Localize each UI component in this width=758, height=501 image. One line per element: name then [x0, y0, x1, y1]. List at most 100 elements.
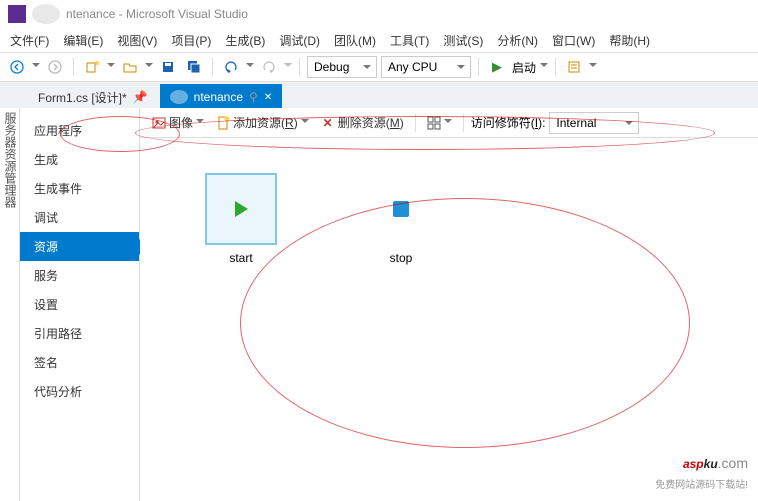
nav-debug[interactable]: 调试	[20, 203, 139, 232]
project-properties-nav: 应用程序 生成 生成事件 调试 资源 服务 设置 引用路径 签名 代码分析	[20, 108, 140, 501]
resource-type-label: 图像	[169, 114, 193, 131]
wm-sub: 免费网站源码下载站!	[655, 476, 748, 491]
menu-tools[interactable]: 工具(T)	[384, 30, 435, 51]
wm-ku: ku	[704, 457, 718, 471]
grid-view-icon	[427, 116, 441, 130]
menu-project[interactable]: 项目(P)	[165, 30, 217, 51]
menu-test[interactable]: 测试(S)	[437, 30, 489, 51]
access-modifier-value: Internal	[556, 116, 596, 130]
resource-thumb	[365, 173, 437, 245]
resource-item-start[interactable]: start	[205, 173, 277, 265]
undo-dropdown-icon[interactable]	[246, 63, 254, 71]
remove-resource-button[interactable]: ✕ 删除资源(M)	[317, 112, 408, 133]
rail-server-explorer[interactable]: 服务器资源管理器	[3, 112, 17, 208]
toolbar-sep	[73, 58, 74, 76]
toolbar-sep	[415, 114, 416, 132]
toolbar-sep	[299, 58, 300, 76]
config-combo[interactable]: Debug	[307, 56, 377, 78]
toolbar-sep	[212, 58, 213, 76]
access-modifier-combo[interactable]: Internal	[549, 112, 639, 134]
platform-value: Any CPU	[388, 60, 437, 74]
tab-form-designer[interactable]: Form1.cs [设计]* 📌	[28, 84, 158, 108]
access-modifier-label: 访问修饰符(I):	[471, 114, 546, 131]
delete-icon: ✕	[321, 116, 335, 130]
wm-asp: asp	[683, 457, 704, 471]
close-icon[interactable]: ✕	[264, 92, 272, 103]
tab-label: Form1.cs [设计]*	[38, 89, 127, 106]
nav-signing[interactable]: 签名	[20, 348, 139, 377]
collapsed-toolwindows[interactable]: 服务器资源管理器 数据源	[0, 108, 20, 501]
new-item-button[interactable]	[81, 56, 103, 78]
watermark: aspku.com 免费网站源码下载站!	[655, 442, 748, 491]
redo-dropdown-icon[interactable]	[284, 63, 292, 71]
window-title: ntenance - Microsoft Visual Studio	[66, 7, 248, 21]
vs-logo-icon	[8, 5, 26, 23]
config-value: Debug	[314, 60, 349, 74]
nav-build-events[interactable]: 生成事件	[20, 174, 139, 203]
menu-file[interactable]: 文件(F)	[4, 30, 55, 51]
extra-button[interactable]	[563, 56, 585, 78]
wm-com: .com	[718, 455, 748, 471]
toolbar-sep	[478, 58, 479, 76]
start-debug-button[interactable]: ▶	[486, 56, 508, 78]
toolbar-sep	[463, 114, 464, 132]
resource-name: stop	[365, 251, 437, 265]
menu-team[interactable]: 团队(M)	[328, 30, 382, 51]
add-resource-button[interactable]: 添加资源(R)	[212, 112, 313, 133]
nav-code-analysis[interactable]: 代码分析	[20, 377, 139, 406]
start-label[interactable]: 启动	[512, 59, 536, 76]
blur-blob	[170, 90, 188, 104]
extra-dropdown-icon[interactable]	[589, 63, 597, 71]
resource-type-button[interactable]: 图像	[148, 112, 208, 133]
stop-icon	[393, 201, 409, 217]
nav-application[interactable]: 应用程序	[20, 116, 139, 145]
start-dropdown-icon[interactable]	[540, 63, 548, 71]
menu-edit[interactable]: 编辑(E)	[57, 30, 109, 51]
play-icon	[235, 201, 248, 217]
nav-reference-paths[interactable]: 引用路径	[20, 319, 139, 348]
redo-button[interactable]	[258, 56, 280, 78]
chevron-down-icon	[196, 119, 204, 127]
blur-blob	[32, 4, 60, 24]
nav-back-button[interactable]	[6, 56, 28, 78]
menu-build[interactable]: 生成(B)	[219, 30, 271, 51]
resource-item-stop[interactable]: stop	[365, 173, 437, 265]
nav-back-dropdown-icon[interactable]	[32, 63, 40, 71]
annotation-oval	[240, 198, 690, 448]
open-dropdown-icon[interactable]	[145, 63, 153, 71]
undo-button[interactable]	[220, 56, 242, 78]
nav-services[interactable]: 服务	[20, 261, 139, 290]
view-button[interactable]	[423, 114, 456, 132]
chevron-down-icon	[444, 119, 452, 127]
toolbar-sep	[555, 58, 556, 76]
resource-thumb	[205, 173, 277, 245]
menu-debug[interactable]: 调试(D)	[273, 30, 326, 51]
platform-combo[interactable]: Any CPU	[381, 56, 471, 78]
image-type-icon	[152, 116, 166, 130]
chevron-down-icon	[301, 119, 309, 127]
pin-icon[interactable]: ⚲	[249, 90, 258, 104]
new-item-dropdown-icon[interactable]	[107, 63, 115, 71]
open-button[interactable]	[119, 56, 141, 78]
document-tabs: Form1.cs [设计]* 📌 ntenance ⚲ ✕	[0, 82, 758, 108]
menu-analyze[interactable]: 分析(N)	[491, 30, 544, 51]
tab-project-resources[interactable]: ntenance ⚲ ✕	[160, 84, 283, 108]
tab-label: ntenance	[194, 90, 243, 104]
nav-fwd-button[interactable]	[44, 56, 66, 78]
save-button[interactable]	[157, 56, 179, 78]
main-toolbar: Debug Any CPU ▶ 启动	[0, 52, 758, 82]
nav-settings[interactable]: 设置	[20, 290, 139, 319]
remove-resource-label: 删除资源(M)	[338, 114, 404, 131]
add-resource-label: 添加资源(R)	[233, 114, 298, 131]
menu-window[interactable]: 窗口(W)	[546, 30, 601, 51]
nav-build[interactable]: 生成	[20, 145, 139, 174]
resources-toolbar: 图像 添加资源(R) ✕ 删除资源(M) 访问修饰符(I): Internal	[140, 108, 758, 138]
menu-help[interactable]: 帮助(H)	[603, 30, 656, 51]
pin-icon[interactable]: 📌	[133, 90, 148, 104]
menu-bar: 文件(F) 编辑(E) 视图(V) 项目(P) 生成(B) 调试(D) 团队(M…	[0, 28, 758, 52]
add-file-icon	[216, 116, 230, 130]
nav-resources[interactable]: 资源	[20, 232, 139, 261]
title-bar: ntenance - Microsoft Visual Studio	[0, 0, 758, 28]
menu-view[interactable]: 视图(V)	[111, 30, 163, 51]
save-all-button[interactable]	[183, 56, 205, 78]
